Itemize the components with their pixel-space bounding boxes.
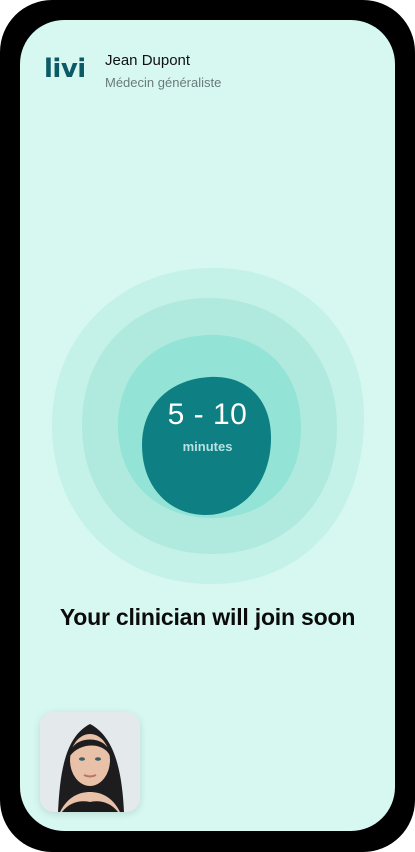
app-screen: livi Jean Dupont Médecin généraliste 5 -… <box>20 20 395 831</box>
clinician-name: Jean Dupont <box>105 52 191 69</box>
livi-logo: livi <box>44 54 86 84</box>
device-frame: livi Jean Dupont Médecin généraliste 5 -… <box>0 0 415 852</box>
clinician-role: Médecin généraliste <box>105 75 222 90</box>
self-view-video[interactable] <box>40 712 140 812</box>
waiting-headline: Your clinician will join soon <box>59 604 356 630</box>
wait-time-unit: minutes <box>182 439 233 454</box>
clinician-header: livi Jean Dupont Médecin généraliste <box>44 52 374 102</box>
user-avatar-icon <box>40 712 140 812</box>
wait-time-value: 5 - 10 <box>167 398 248 431</box>
